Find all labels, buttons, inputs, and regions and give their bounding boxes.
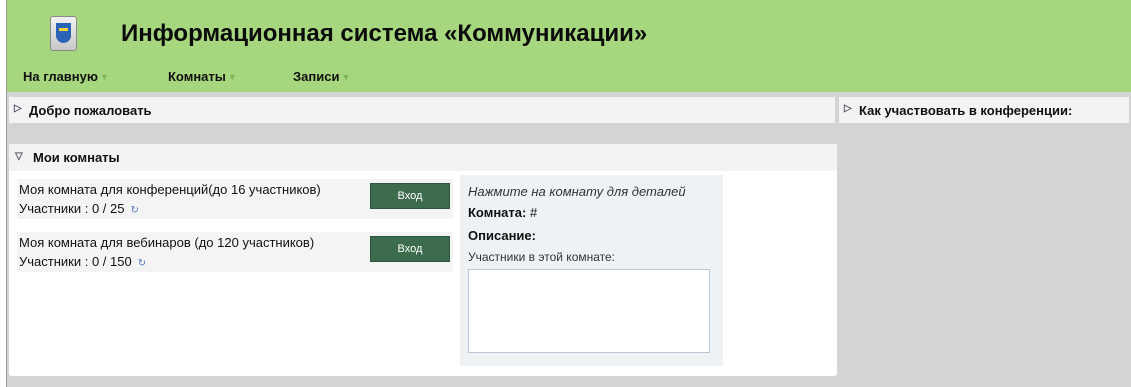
room-participants: Участники : 0 / 25 ↻ bbox=[19, 201, 139, 216]
room-name: Моя комната для конференций(до 16 участн… bbox=[19, 182, 321, 197]
chevron-down-icon: ▼ bbox=[227, 72, 237, 82]
room-item[interactable]: Моя комната для вебинаров (до 120 участн… bbox=[17, 232, 453, 272]
rooms-panel-title: Мои комнаты bbox=[33, 150, 120, 165]
room-details: Нажмите на комнату для деталей Комната: … bbox=[460, 175, 723, 366]
nav-item-home[interactable]: На главную ▼ bbox=[23, 69, 109, 84]
enter-room-button[interactable]: Вход bbox=[370, 236, 450, 262]
header: Информационная система «Коммуникации» На… bbox=[7, 0, 1131, 92]
description-label: Описание: bbox=[468, 228, 536, 243]
nav-item-records[interactable]: Записи ▼ bbox=[293, 69, 350, 84]
chevron-down-icon: ▼ bbox=[341, 72, 351, 82]
details-hint: Нажмите на комнату для деталей bbox=[468, 184, 686, 199]
emblem-logo bbox=[50, 16, 77, 51]
welcome-panel-title: Добро пожаловать bbox=[29, 103, 152, 118]
room-name: Моя комната для вебинаров (до 120 участн… bbox=[19, 235, 315, 250]
rooms-panel: ▽ Мои комнаты Моя комната для конференци… bbox=[9, 144, 837, 376]
room-item[interactable]: Моя комната для конференций(до 16 участн… bbox=[17, 179, 453, 219]
app-frame: Информационная система «Коммуникации» На… bbox=[6, 0, 1131, 387]
expand-triangle-icon: ▷ bbox=[844, 103, 852, 114]
refresh-icon[interactable]: ↻ bbox=[138, 258, 146, 269]
nav-item-rooms[interactable]: Комнаты ▼ bbox=[168, 69, 237, 84]
welcome-panel-header[interactable]: ▷ Добро пожаловать bbox=[9, 97, 835, 123]
shield-icon bbox=[56, 23, 71, 43]
room-participants: Участники : 0 / 150 ↻ bbox=[19, 254, 147, 269]
page-title: Информационная система «Коммуникации» bbox=[121, 20, 648, 47]
chevron-down-icon: ▼ bbox=[100, 72, 109, 82]
enter-room-button[interactable]: Вход bbox=[370, 183, 450, 209]
room-label: Комната: bbox=[468, 205, 527, 220]
participants-list[interactable] bbox=[468, 269, 710, 353]
conference-panel-header[interactable]: ▷ Как участвовать в конференции: bbox=[839, 97, 1129, 123]
collapse-triangle-icon: ▽ bbox=[15, 151, 23, 162]
rooms-panel-header[interactable]: ▽ Мои комнаты bbox=[9, 144, 837, 171]
expand-triangle-icon: ▷ bbox=[14, 103, 22, 114]
conference-panel-title: Как участвовать в конференции: bbox=[859, 103, 1073, 118]
room-value: # bbox=[529, 205, 538, 220]
participants-label: Участники в этой комнате: bbox=[468, 250, 616, 264]
refresh-icon[interactable]: ↻ bbox=[130, 205, 138, 216]
